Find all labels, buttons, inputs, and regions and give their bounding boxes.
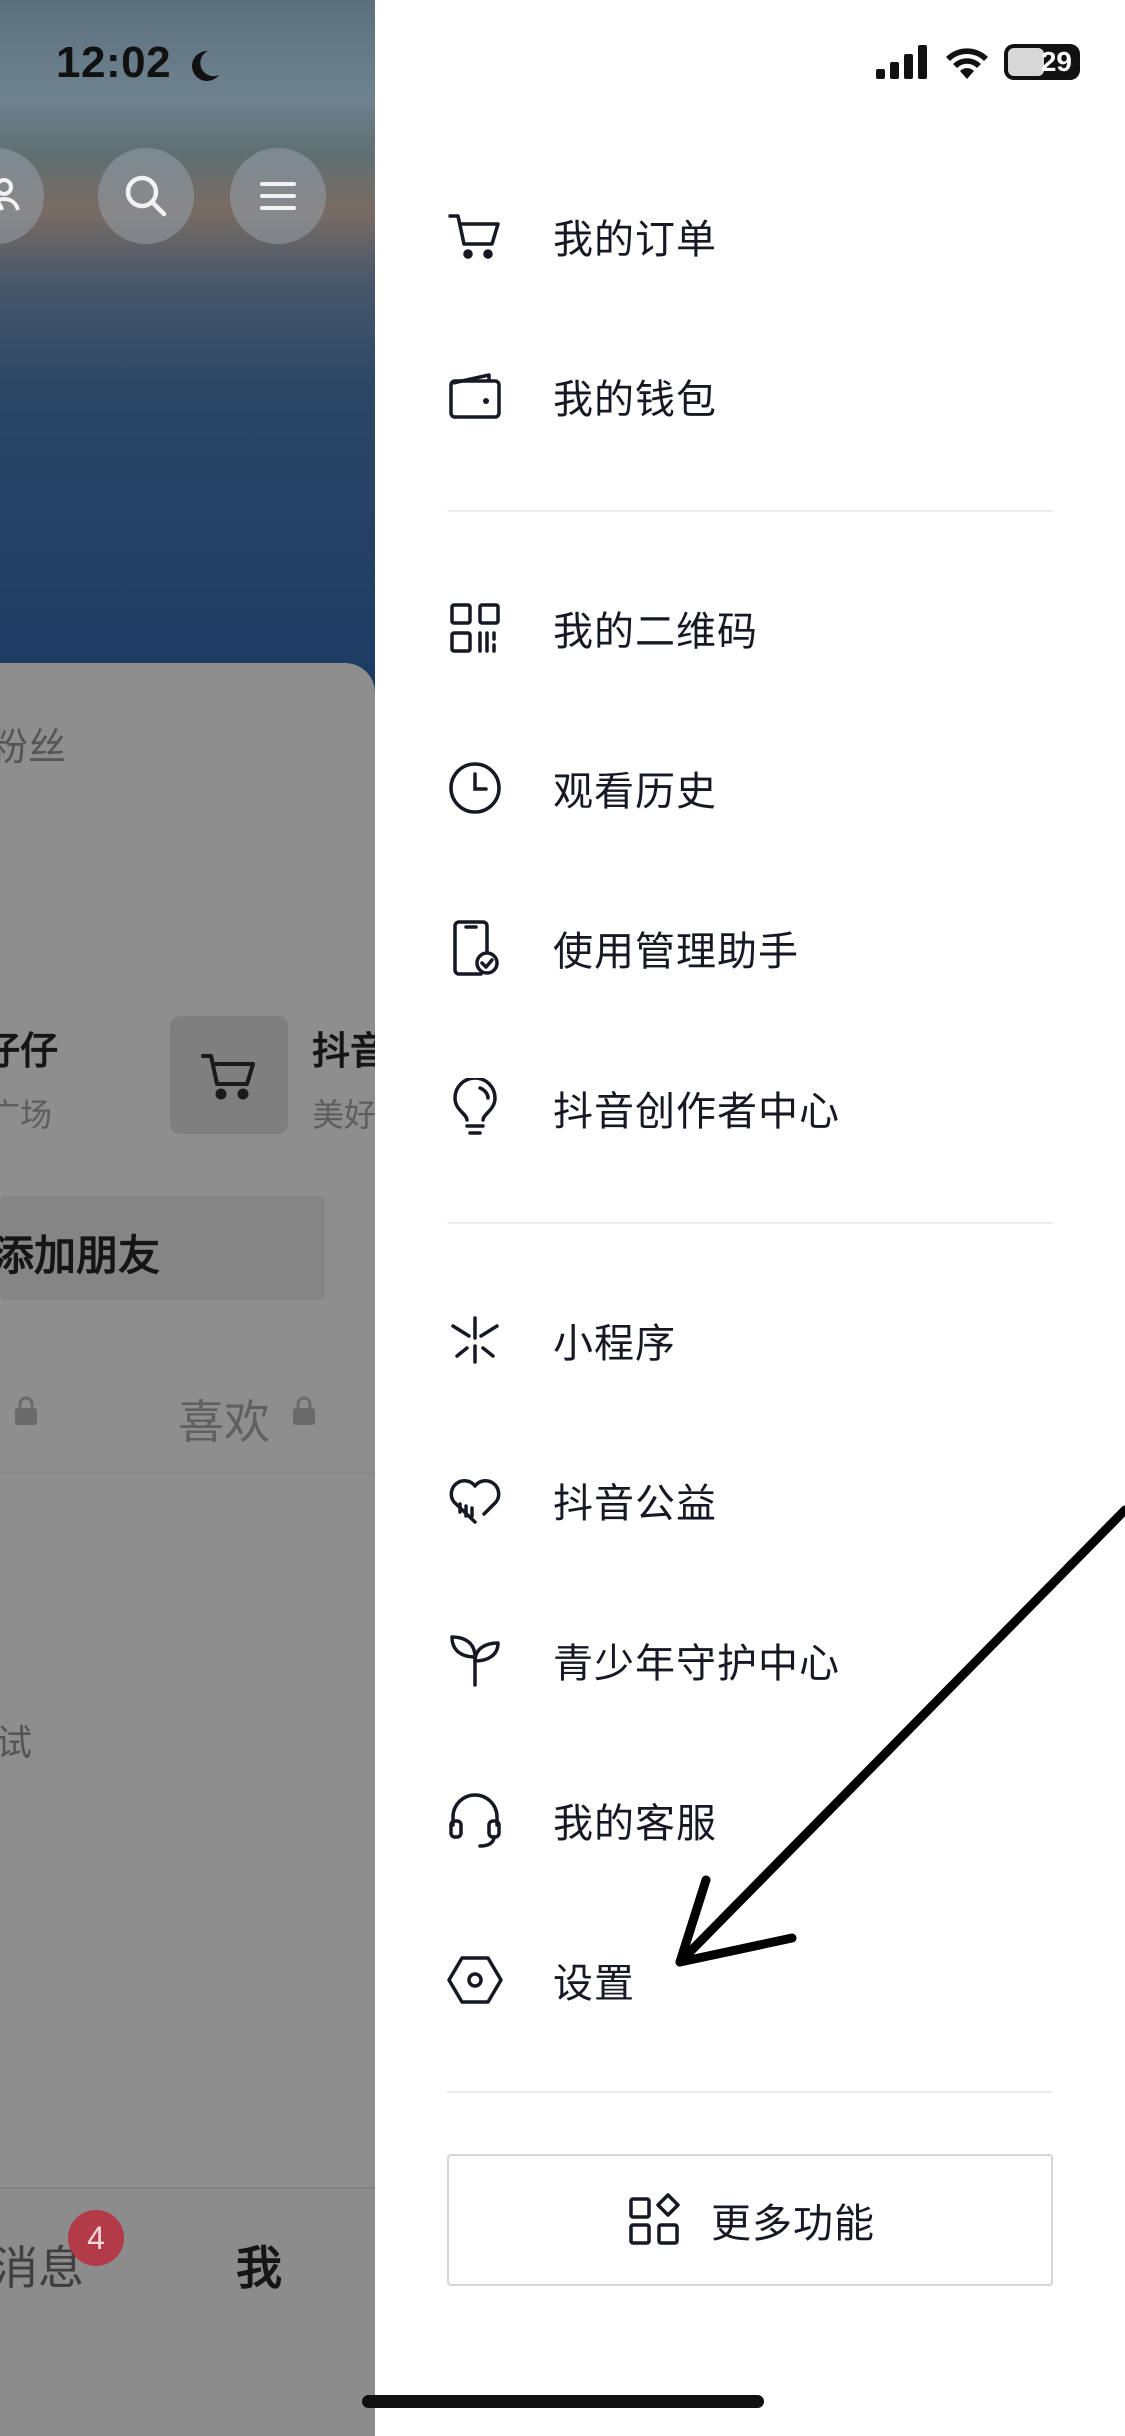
profile-background: 粉丝 仔仔 广场 抖音 美好 添加朋友 喜欢 试 消息 4 我 [0, 0, 375, 2436]
card1-title: 仔仔 [0, 1029, 59, 1073]
wallet-icon [445, 366, 505, 426]
menu-label-usage-assistant: 使用管理助手 [553, 929, 799, 975]
annotation-arrow [675, 1505, 1125, 1967]
hexagon-settings-icon [445, 1950, 505, 2010]
card2-subtitle: 美好 [312, 1096, 375, 1134]
side-drawer: 我的订单 我的钱包 我的二维码 观看历史 使用管理助手 抖音创作者中心 小程序 … [375, 0, 1125, 2436]
tab-like[interactable]: 喜欢 [178, 1386, 270, 1452]
fans-label: 粉丝 [0, 725, 67, 769]
lock-icon [15, 1396, 37, 1425]
menu-item-qr-code[interactable]: 我的二维码 [445, 578, 1065, 678]
lock-icon [293, 1396, 315, 1425]
tip-text: 试 [0, 1723, 33, 1764]
tab-divider [0, 1472, 375, 1474]
menu-item-wallet[interactable]: 我的钱包 [445, 346, 1065, 446]
moon-icon [192, 50, 219, 81]
messages-badge: 4 [68, 2210, 124, 2266]
qr-code-icon [445, 598, 505, 658]
search-icon [125, 175, 167, 217]
search-button[interactable] [98, 148, 194, 244]
add-friend-label: 添加朋友 [0, 1231, 161, 1280]
menu-item-orders[interactable]: 我的订单 [445, 186, 1065, 286]
home-indicator [362, 2395, 764, 2408]
hamburger-icon [260, 182, 296, 210]
card1-subtitle: 广场 [0, 1096, 53, 1134]
phone-check-icon [445, 918, 505, 978]
card2-title: 抖音 [312, 1029, 375, 1073]
profile-cover [0, 0, 375, 700]
cart-icon [445, 206, 505, 266]
menu-label-qr-code: 我的二维码 [553, 609, 758, 655]
menu-button[interactable] [230, 148, 326, 244]
status-time: 12:02 [56, 38, 172, 87]
clock-icon [445, 758, 505, 818]
bottom-nav [0, 2187, 375, 2436]
divider [447, 1222, 1053, 1224]
divider [447, 510, 1053, 512]
menu-item-mini-program[interactable]: 小程序 [445, 1290, 1065, 1390]
lightbulb-icon [445, 1078, 505, 1138]
wifi-icon [946, 48, 988, 79]
menu-label-settings: 设置 [553, 1961, 635, 2007]
menu-label-mini-program: 小程序 [553, 1321, 676, 1367]
menu-label-orders: 我的订单 [553, 217, 717, 263]
friends-icon [0, 178, 20, 211]
menu-label-creator-center: 抖音创作者中心 [553, 1089, 840, 1135]
shop-card[interactable] [170, 1016, 288, 1134]
more-features-label: 更多功能 [711, 2201, 875, 2247]
nav-me[interactable]: 我 [236, 2232, 282, 2298]
divider [447, 2091, 1053, 2093]
menu-label-wallet: 我的钱包 [553, 377, 717, 423]
headset-icon [445, 1790, 505, 1850]
mini-program-icon [445, 1310, 505, 1370]
battery-icon: 29 [1004, 44, 1080, 80]
apps-grid-icon [625, 2190, 685, 2250]
signal-icon [876, 45, 927, 79]
battery-percent: 29 [1040, 46, 1072, 77]
menu-item-creator-center[interactable]: 抖音创作者中心 [445, 1058, 1065, 1158]
battery-level [1008, 48, 1044, 76]
sprout-icon [445, 1630, 505, 1690]
menu-label-watch-history: 观看历史 [553, 769, 717, 815]
cart-icon [201, 1054, 255, 1100]
menu-item-watch-history[interactable]: 观看历史 [445, 738, 1065, 838]
menu-item-usage-assistant[interactable]: 使用管理助手 [445, 898, 1065, 998]
status-icons: 29 [876, 44, 1080, 80]
more-features-button[interactable]: 更多功能 [447, 2154, 1053, 2286]
heart-charity-icon [445, 1470, 505, 1530]
